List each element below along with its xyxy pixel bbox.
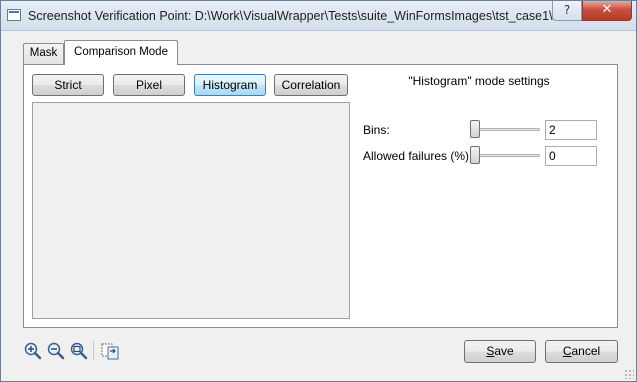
settings-title: "Histogram" mode settings <box>408 74 550 88</box>
cancel-button[interactable]: Cancel <box>545 340 618 363</box>
close-button[interactable]: ✕ <box>582 1 632 21</box>
bins-slider-track <box>470 128 540 131</box>
allowed-failures-input[interactable]: 0 <box>545 146 597 166</box>
allowed-failures-slider-track <box>470 154 540 157</box>
allowed-failures-slider-handle[interactable] <box>470 146 480 164</box>
pixel-mode-button[interactable]: Pixel <box>113 74 185 96</box>
allowed-failures-slider[interactable] <box>470 146 540 164</box>
bins-slider-handle[interactable] <box>470 120 480 138</box>
compare-icon[interactable] <box>100 341 120 361</box>
zoom-in-icon[interactable] <box>23 341 43 361</box>
cancel-label: ancel <box>571 344 601 358</box>
window-icon[interactable] <box>7 9 21 21</box>
comparison-mode-panel: Strict Pixel Histogram Correlation "Hist… <box>23 64 618 328</box>
correlation-mode-button[interactable]: Correlation <box>274 74 348 96</box>
bins-slider[interactable] <box>470 120 540 138</box>
dialog-window: Screenshot Verification Point: D:\Work\V… <box>0 0 637 382</box>
save-button[interactable]: Save <box>464 340 536 363</box>
zoom-fit-icon[interactable] <box>69 341 89 361</box>
toolbar-separator <box>93 341 94 361</box>
title-bar[interactable]: Screenshot Verification Point: D:\Work\V… <box>1 1 636 31</box>
window-title: Screenshot Verification Point: D:\Work\V… <box>28 9 553 23</box>
bins-input[interactable]: 2 <box>545 120 597 140</box>
resize-grip[interactable] <box>624 369 634 379</box>
help-button[interactable]: ? <box>552 1 582 21</box>
save-label: ave <box>494 344 514 358</box>
image-preview <box>32 102 350 319</box>
zoom-out-icon[interactable] <box>46 341 66 361</box>
strict-mode-button[interactable]: Strict <box>32 74 104 96</box>
histogram-mode-button[interactable]: Histogram <box>194 74 266 96</box>
allowed-failures-label: Allowed failures (%): <box>363 149 473 163</box>
tab-comparison-mode[interactable]: Comparison Mode <box>64 40 178 65</box>
tab-mask[interactable]: Mask <box>23 43 64 64</box>
bins-label: Bins: <box>363 123 390 137</box>
